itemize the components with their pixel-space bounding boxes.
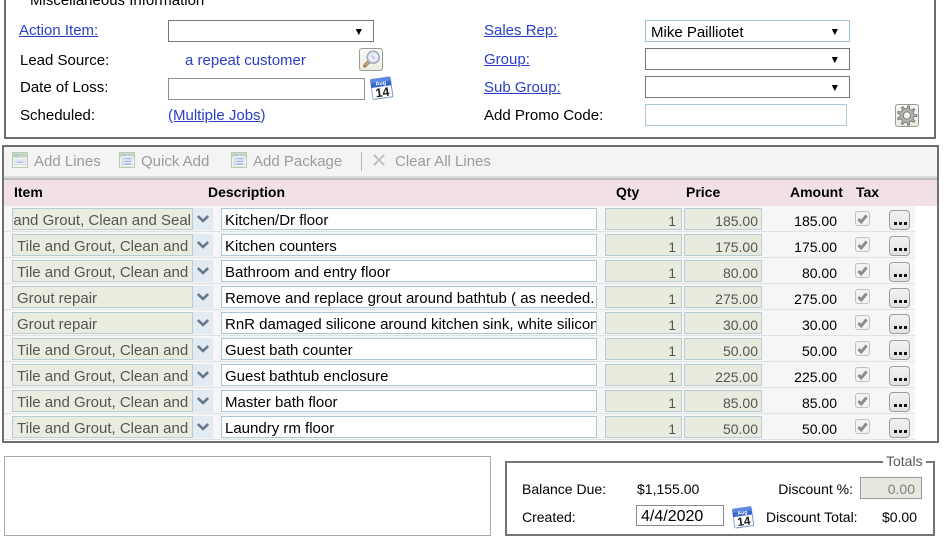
svg-text:14: 14: [736, 513, 751, 529]
svg-text:14: 14: [375, 85, 391, 101]
